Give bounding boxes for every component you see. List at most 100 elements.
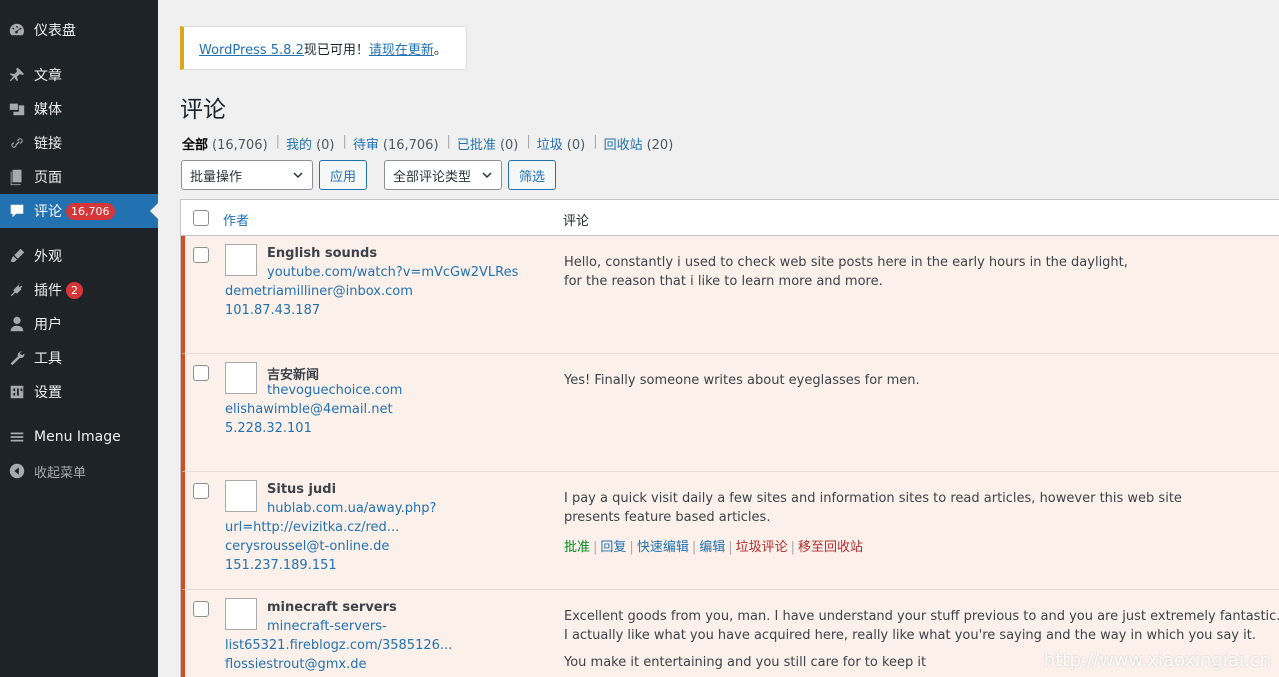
notice-text: 现已可用！ (303, 43, 369, 58)
sidebar-item-comments[interactable]: 评论 16,706 (0, 194, 158, 228)
sidebar-item-label: 仪表盘 (34, 23, 76, 39)
edit-action[interactable]: 编辑 (699, 540, 725, 555)
sidebar-item-tools[interactable]: 工具 (0, 341, 158, 375)
filter-button[interactable]: 筛选 (508, 160, 556, 190)
sidebar-item-appearance[interactable]: 外观 (0, 239, 158, 273)
author-ip[interactable]: 151.237.189.151 (225, 558, 337, 573)
approve-action[interactable]: 批准 (564, 540, 590, 555)
table-row: 吉安新闻 thevoguechoice.com elishawimble@4em… (181, 354, 1279, 472)
bulk-actions-value: 批量操作 (190, 169, 243, 185)
filter-spam[interactable]: 垃圾 (0) (537, 134, 585, 153)
sidebar-item-label: 设置 (34, 385, 62, 401)
notice-end: 。 (433, 43, 447, 58)
author-email[interactable]: demetriamilliner@inbox.com (225, 284, 413, 299)
wordpress-version-link[interactable]: WordPress 5.8.2 (199, 43, 304, 58)
author-email[interactable]: elishawimble@4email.net (225, 402, 393, 417)
sidebar-item-plugins[interactable]: 插件 2 (0, 273, 158, 307)
sidebar-item-label: 用户 (34, 317, 62, 333)
author-url-continued[interactable]: list65321.fireblogz.com/3585126... (225, 638, 452, 653)
row-checkbox[interactable] (193, 247, 209, 263)
link-icon (0, 134, 34, 152)
comment-text: presents feature based articles. (564, 510, 771, 525)
sidebar-item-links[interactable]: 链接 (0, 126, 158, 160)
author-url[interactable]: hublab.com.ua/away.php? (267, 501, 436, 516)
comments-count-badge: 16,706 (66, 202, 115, 220)
comment-text: Hello, constantly i used to check web si… (564, 255, 1128, 270)
trash-action[interactable]: 移至回收站 (798, 540, 863, 555)
filter-approved[interactable]: 已批准 (0) (457, 134, 518, 153)
menu-icon (0, 428, 34, 446)
row-checkbox[interactable] (193, 601, 209, 617)
author-ip[interactable]: 101.87.43.187 (225, 303, 320, 318)
comment-text: I actually like what you have acquired h… (564, 628, 1256, 643)
author-url[interactable]: youtube.com/watch?v=mVcGw2VLRes (267, 265, 518, 280)
author-email[interactable]: flossiestrout@gmx.de (225, 657, 367, 672)
comment-type-value: 全部评论类型 (393, 169, 472, 185)
sidebar-item-label: 插件 (34, 283, 62, 299)
table-header: 作者 评论 (181, 200, 1279, 236)
reply-action[interactable]: 回复 (600, 540, 626, 555)
spam-action[interactable]: 垃圾评论 (736, 540, 788, 555)
filter-all[interactable]: 全部 (16,706) (182, 134, 268, 153)
table-row: Situs judi hublab.com.ua/away.php? url=h… (181, 472, 1279, 590)
sidebar-item-label: 收起菜单 (34, 465, 87, 481)
comment-type-select[interactable]: 全部评论类型 (384, 160, 502, 190)
page-icon (0, 168, 34, 186)
filter-trash[interactable]: 回收站 (20) (604, 134, 674, 153)
media-icon (0, 100, 34, 118)
author-url-continued[interactable]: url=http://evizitka.cz/red... (225, 520, 399, 535)
comments-table: 作者 评论 English sounds youtube.com/watch?v… (180, 199, 1279, 677)
author-url[interactable]: minecraft-servers- (267, 619, 387, 634)
sidebar-item-users[interactable]: 用户 (0, 307, 158, 341)
comment-text: I pay a quick visit daily a few sites an… (564, 491, 1182, 506)
sidebar-item-settings[interactable]: 设置 (0, 375, 158, 409)
select-all-checkbox[interactable] (193, 210, 209, 226)
quick-edit-action[interactable]: 快速编辑 (637, 540, 689, 555)
avatar (225, 362, 257, 394)
author-ip[interactable]: 5.228.32.101 (225, 421, 312, 436)
sidebar-item-posts[interactable]: 文章 (0, 58, 158, 92)
plugin-icon (0, 281, 34, 299)
sidebar-item-label: 外观 (34, 249, 62, 265)
sidebar-item-label: 媒体 (34, 102, 62, 118)
pin-icon (0, 66, 34, 84)
sidebar-item-dashboard[interactable]: 仪表盘 (0, 13, 158, 47)
author-name: Situs judi (267, 482, 337, 497)
sidebar-item-label: 链接 (34, 136, 62, 152)
sidebar-item-label: 评论 (34, 204, 62, 220)
sidebar-item-menu-image[interactable]: Menu Image (0, 420, 158, 454)
author-name: 吉安新闻 (267, 368, 320, 383)
chevron-down-icon (293, 172, 303, 179)
row-actions: 批准 | 回复 | 快速编辑 | 编辑 | 垃圾评论 | 移至回收站 (564, 540, 864, 555)
comment-icon (0, 202, 34, 220)
wrench-icon (0, 349, 34, 367)
author-email[interactable]: cerysroussel@t-online.de (225, 539, 389, 554)
comment-text: You make it entertaining and you still c… (564, 655, 927, 670)
sidebar-item-pages[interactable]: 页面 (0, 160, 158, 194)
comment-text: Yes! Finally someone writes about eyegla… (564, 373, 920, 388)
update-notice: WordPress 5.8.2现已可用！请现在更新。 (180, 26, 467, 70)
collapse-menu-button[interactable]: 收起菜单 (0, 454, 158, 488)
bulk-actions-select[interactable]: 批量操作 (181, 160, 313, 190)
sidebar-item-media[interactable]: 媒体 (0, 92, 158, 126)
comment-status-filters: 全部 (16,706) | 我的 (0) | 待审 (16,706) | 已批准 (0)… (182, 134, 674, 153)
sidebar-item-label: 文章 (34, 68, 62, 84)
column-comment-header: 评论 (563, 214, 590, 229)
filter-mine[interactable]: 我的 (0) (286, 134, 334, 153)
avatar (225, 244, 257, 276)
comment-text: for the reason that i like to learn more… (564, 274, 883, 289)
filter-pending[interactable]: 待审 (16,706) (353, 134, 439, 153)
column-author-sort[interactable]: 作者 (223, 210, 249, 229)
author-url[interactable]: thevoguechoice.com (267, 383, 402, 398)
watermark-text: http://www.xiaoxingiai.cn (1043, 650, 1271, 671)
collapse-icon (0, 462, 34, 480)
author-name: English sounds (267, 246, 378, 261)
apply-button[interactable]: 应用 (319, 160, 367, 190)
row-checkbox[interactable] (193, 365, 209, 381)
update-now-link[interactable]: 请现在更新 (369, 43, 434, 58)
dashboard-icon (0, 21, 34, 39)
settings-icon (0, 383, 34, 401)
avatar (225, 598, 257, 630)
row-checkbox[interactable] (193, 483, 209, 499)
sidebar-item-label: 工具 (34, 351, 62, 367)
